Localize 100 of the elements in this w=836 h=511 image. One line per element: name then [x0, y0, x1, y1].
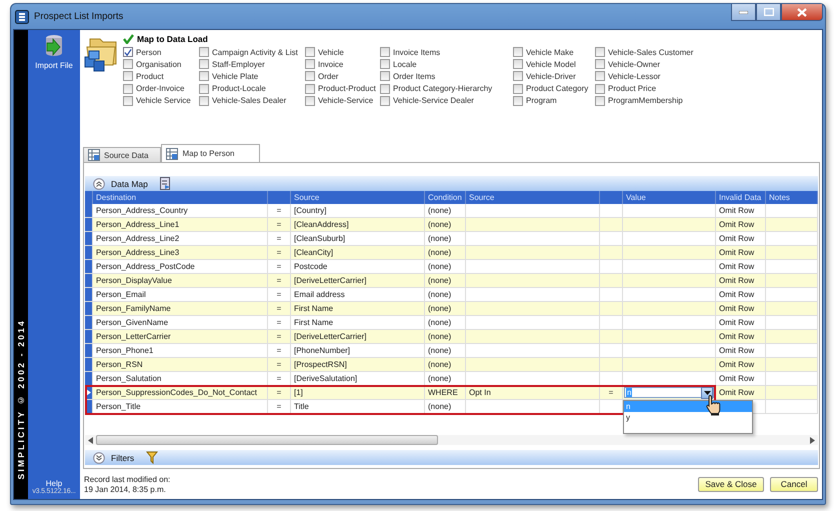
table-cell: Opt In — [466, 386, 600, 399]
import-file-button[interactable]: Import File — [35, 34, 73, 70]
table-cell: = — [268, 386, 291, 399]
table-cell: Person_Address_Country — [93, 204, 268, 217]
footer-button[interactable]: Save & Close — [698, 476, 764, 492]
section-title: Map to Data Load — [137, 34, 208, 44]
row-selector[interactable] — [85, 260, 93, 273]
entity-checkbox[interactable]: Product-Locale — [199, 82, 305, 95]
table-cell: = — [268, 400, 291, 413]
row-selector[interactable] — [85, 274, 93, 287]
entity-checkbox[interactable]: Invoice Items — [380, 46, 513, 58]
table-cell: (none) — [425, 330, 466, 343]
table-cell: [DeriveLetterCarrier] — [291, 274, 425, 287]
row-selector[interactable] — [85, 372, 93, 385]
entity-checkbox[interactable]: Person — [123, 46, 199, 58]
maximize-icon — [764, 8, 774, 16]
entity-checkbox[interactable]: Campaign Activity & List — [199, 46, 305, 58]
scroll-left-icon[interactable] — [88, 436, 93, 444]
entity-checkbox[interactable]: Vehicle-Service Dealer — [380, 94, 513, 107]
table-cell: Person_Address_PostCode — [93, 260, 268, 273]
entity-checkbox[interactable]: Order-Invoice — [123, 82, 199, 95]
row-selector[interactable] — [85, 344, 93, 357]
filters-title: Filters — [111, 452, 134, 462]
hand-cursor-icon — [705, 394, 723, 416]
entity-checkbox[interactable]: Product Category-Hierarchy — [380, 82, 513, 95]
entity-checkbox[interactable]: Product — [123, 70, 199, 83]
table-cell: WHERE — [425, 386, 466, 399]
tab[interactable]: Source Data — [83, 147, 162, 162]
entity-checkbox[interactable]: Invoice — [305, 58, 380, 70]
entity-checkbox[interactable]: Vehicle — [305, 46, 380, 58]
table-cell: (none) — [425, 344, 466, 357]
close-button[interactable] — [781, 4, 823, 21]
table-cell: [DeriveLetterCarrier] — [291, 330, 425, 343]
table-cell: [DeriveSalutation] — [291, 372, 425, 385]
entity-checkbox[interactable]: Vehicle Make — [513, 46, 595, 58]
row-selector[interactable] — [85, 232, 93, 245]
table-cell: Omit Row — [716, 274, 766, 287]
help-link[interactable]: Help — [46, 479, 62, 488]
table-cell: (none) — [425, 302, 466, 315]
table-cell: Person_Phone1 — [93, 344, 268, 357]
table-cell: [CleanAddress] — [291, 218, 425, 231]
table-cell: [ProspectRSN] — [291, 358, 425, 371]
record-label: Record last modified on: — [84, 474, 170, 484]
table-cell: (none) — [425, 316, 466, 329]
copyright-text: SIMPLICITY © 2002 - 2014 — [16, 318, 26, 479]
horizontal-scrollbar[interactable] — [85, 435, 818, 445]
entity-checkbox[interactable]: ProgramMembership — [595, 94, 705, 107]
table-cell: (none) — [425, 288, 466, 301]
minimize-button[interactable] — [731, 4, 756, 21]
table-cell: Omit Row — [716, 372, 766, 385]
entity-checkbox[interactable]: Vehicle Model — [513, 58, 595, 70]
entity-checkbox[interactable]: Vehicle-Service — [305, 94, 380, 107]
record-date: 19 Jan 2014, 8:35 p.m. — [84, 484, 167, 494]
entity-checkbox[interactable]: Order — [305, 70, 380, 83]
footer-button[interactable]: Cancel — [770, 476, 818, 492]
entity-checkbox[interactable]: Product-Product — [305, 82, 380, 95]
entity-checkbox[interactable]: Program — [513, 94, 595, 107]
table-cell: [Country] — [291, 204, 425, 217]
table-cell: (none) — [425, 260, 466, 273]
export-icon[interactable] — [160, 177, 171, 190]
entity-checkbox[interactable]: Vehicle-Sales Customer — [595, 46, 705, 58]
entity-checkbox[interactable]: Vehicle-Owner — [595, 58, 705, 70]
dropdown-option[interactable]: y — [624, 412, 752, 423]
row-selector[interactable] — [85, 316, 93, 329]
row-selector[interactable] — [85, 358, 93, 371]
row-selector[interactable] — [85, 204, 93, 217]
expand-icon[interactable] — [93, 452, 105, 464]
table-cell: Omit Row — [716, 330, 766, 343]
table-cell: Omit Row — [716, 386, 766, 399]
table-cell: = — [268, 344, 291, 357]
maximize-button[interactable] — [756, 4, 781, 21]
entity-checkbox[interactable]: Vehicle Plate — [199, 70, 305, 83]
entity-checkbox[interactable]: Vehicle-Driver — [513, 70, 595, 83]
entity-checkbox[interactable]: Locale — [380, 58, 513, 70]
table-cell: = — [268, 330, 291, 343]
entity-checkbox[interactable]: Vehicle-Lessor — [595, 70, 705, 83]
entity-checkbox[interactable]: Staff-Employer — [199, 58, 305, 70]
table-cell: (none) — [425, 204, 466, 217]
row-selector[interactable] — [85, 288, 93, 301]
table-cell: First Name — [291, 302, 425, 315]
collapse-icon[interactable] — [93, 178, 105, 190]
row-selector[interactable] — [85, 330, 93, 343]
entity-checkbox[interactable]: Organisation — [123, 58, 199, 70]
entity-checkbox[interactable]: Product Price — [595, 82, 705, 95]
tab[interactable]: Map to Person — [161, 144, 260, 162]
entity-checkbox[interactable]: Product Category — [513, 82, 595, 95]
data-map-title: Data Map — [111, 178, 148, 188]
table-cell: [CleanSuburb] — [291, 232, 425, 245]
scroll-right-icon[interactable] — [810, 436, 815, 444]
table-cell: Omit Row — [716, 358, 766, 371]
scrollbar-thumb[interactable] — [96, 435, 438, 445]
row-selector[interactable] — [85, 218, 93, 231]
entity-checkbox[interactable]: Vehicle-Sales Dealer — [199, 94, 305, 107]
entity-checkbox[interactable]: Vehicle Service — [123, 94, 199, 107]
table-cell: Email address — [291, 288, 425, 301]
entity-checkbox[interactable]: Order Items — [380, 70, 513, 83]
funnel-icon[interactable] — [146, 451, 158, 464]
table-cell: Person_Address_Line1 — [93, 218, 268, 231]
row-selector[interactable] — [85, 246, 93, 259]
row-selector[interactable] — [85, 302, 93, 315]
